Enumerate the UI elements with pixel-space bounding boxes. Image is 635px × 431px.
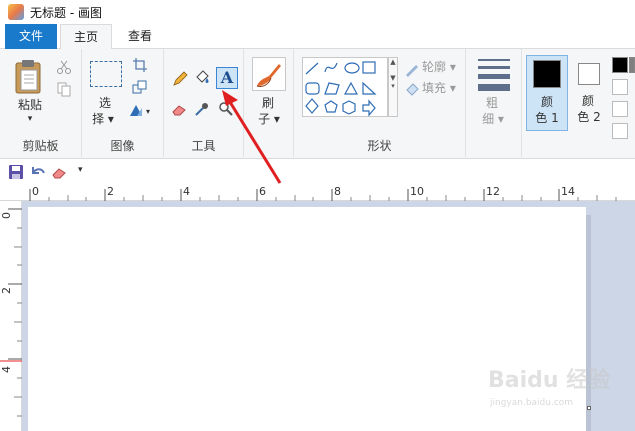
baidu-watermark: Baidu 经验 jingyan.baidu.com: [488, 356, 628, 416]
watermark-text: Baidu 经验: [488, 368, 611, 393]
watermark-sub: jingyan.baidu.com: [490, 398, 574, 408]
